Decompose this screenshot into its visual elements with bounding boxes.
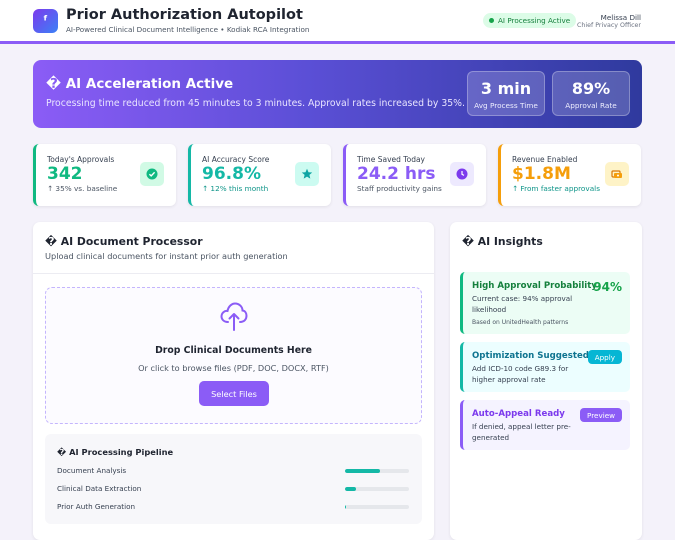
- stat-value: 89%: [571, 79, 611, 98]
- acceleration-banner: � AI Acceleration Active Processing time…: [33, 60, 642, 128]
- preview-button[interactable]: Preview: [580, 408, 622, 422]
- app-title: Prior Authorization Autopilot: [66, 7, 303, 23]
- step-label: Document Analysis: [57, 466, 127, 475]
- step-progress-track: [345, 505, 409, 509]
- metric-sub: ↑ From faster approvals: [512, 184, 601, 193]
- status-badge: AI Processing Active: [483, 13, 577, 28]
- ai-insights-panel: � AI Insights High Approval Probability …: [450, 222, 642, 540]
- panel-title: � AI Document Processor: [45, 235, 203, 248]
- clock-icon: [450, 162, 474, 186]
- step-progress-fill: [345, 469, 381, 473]
- step-progress-track: [345, 487, 409, 491]
- banner-stat-approval-rate: 89% Approval Rate: [552, 71, 630, 116]
- insight-card-approval[interactable]: High Approval Probability 94% Current ca…: [460, 272, 630, 334]
- pipeline-step: Clinical Data Extraction: [57, 484, 409, 496]
- stat-value: 3 min: [480, 79, 532, 98]
- metric-card-approvals[interactable]: Today's Approvals 342 ↑ 35% vs. baseline: [33, 144, 176, 206]
- status-dot-icon: [489, 18, 494, 23]
- pipeline-step: Document Analysis: [57, 466, 409, 478]
- banner-title: � AI Acceleration Active: [46, 76, 234, 92]
- app-logo: ᶠ: [33, 9, 58, 33]
- metric-value: 96.8%: [202, 164, 261, 184]
- pipeline-title: � AI Processing Pipeline: [57, 447, 174, 457]
- metric-label: Revenue Enabled: [512, 155, 578, 164]
- status-label: AI Processing Active: [498, 16, 571, 25]
- step-label: Clinical Data Extraction: [57, 484, 142, 493]
- processing-pipeline: � AI Processing Pipeline Document Analys…: [45, 434, 422, 524]
- star-icon: [295, 162, 319, 186]
- insight-body: Add ICD-10 code G89.3 for higher approva…: [472, 364, 569, 384]
- step-label: Prior Auth Generation: [57, 502, 136, 511]
- insight-body: Current case: 94% approval likelihood: [472, 294, 573, 314]
- metric-sub: Staff productivity gains: [357, 184, 442, 193]
- insight-card-optimization[interactable]: Optimization Suggested Apply Add ICD-10 …: [460, 342, 630, 392]
- step-progress-track: [345, 469, 409, 473]
- app-subtitle: AI-Powered Clinical Document Intelligenc…: [66, 25, 310, 34]
- metric-card-time-saved[interactable]: Time Saved Today 24.2 hrs Staff producti…: [343, 144, 486, 206]
- metric-label: Today's Approvals: [47, 155, 115, 164]
- insight-title: Auto-Appeal Ready: [472, 409, 565, 419]
- metric-value: 342: [47, 164, 83, 184]
- panel-title: � AI Insights: [462, 235, 543, 248]
- divider: [33, 273, 434, 274]
- document-processor-panel: � AI Document Processor Upload clinical …: [33, 222, 434, 540]
- check-icon: [140, 162, 164, 186]
- step-progress-fill: [345, 505, 347, 509]
- stat-label: Avg Process Time: [474, 101, 538, 110]
- insight-title: High Approval Probability: [472, 281, 597, 291]
- dropzone-title: Drop Clinical Documents Here: [155, 345, 312, 356]
- metric-value: 24.2 hrs: [357, 164, 436, 184]
- user-name[interactable]: Melissa Dill: [601, 13, 641, 22]
- stat-label: Approval Rate: [565, 101, 617, 110]
- metric-value: $1.8M: [512, 164, 571, 184]
- insight-title: Optimization Suggested: [472, 351, 589, 361]
- insight-card-auto-appeal[interactable]: Auto-Appeal Ready Preview If denied, app…: [460, 400, 630, 450]
- dropzone-hint: Or click to browse files (PDF, DOC, DOCX…: [138, 363, 329, 373]
- step-progress-fill: [345, 487, 356, 491]
- insight-note: Based on UnitedHealth patterns: [472, 319, 569, 326]
- metric-label: Time Saved Today: [357, 155, 425, 164]
- panel-subtitle: Upload clinical documents for instant pr…: [45, 251, 288, 261]
- file-dropzone[interactable]: Drop Clinical Documents Here Or click to…: [45, 287, 422, 424]
- app-header: ᶠ Prior Authorization Autopilot AI-Power…: [0, 0, 675, 44]
- insight-value: 94%: [593, 280, 622, 294]
- user-role: Chief Privacy Officer: [577, 22, 641, 29]
- apply-button[interactable]: Apply: [587, 350, 622, 364]
- banner-text: Processing time reduced from 45 minutes …: [46, 98, 465, 109]
- money-icon: [605, 162, 629, 186]
- insight-body: If denied, appeal letter pre-generated: [472, 422, 571, 442]
- metric-sub: ↑ 12% this month: [202, 184, 269, 193]
- cloud-upload-icon: [220, 300, 248, 336]
- metric-card-accuracy[interactable]: AI Accuracy Score 96.8% ↑ 12% this month: [188, 144, 331, 206]
- banner-stat-process-time: 3 min Avg Process Time: [467, 71, 545, 116]
- pipeline-step: Prior Auth Generation: [57, 502, 409, 514]
- select-files-button[interactable]: Select Files: [199, 381, 269, 406]
- metric-sub: ↑ 35% vs. baseline: [47, 184, 118, 193]
- metric-label: AI Accuracy Score: [202, 155, 270, 164]
- metric-card-revenue[interactable]: Revenue Enabled $1.8M ↑ From faster appr…: [498, 144, 641, 206]
